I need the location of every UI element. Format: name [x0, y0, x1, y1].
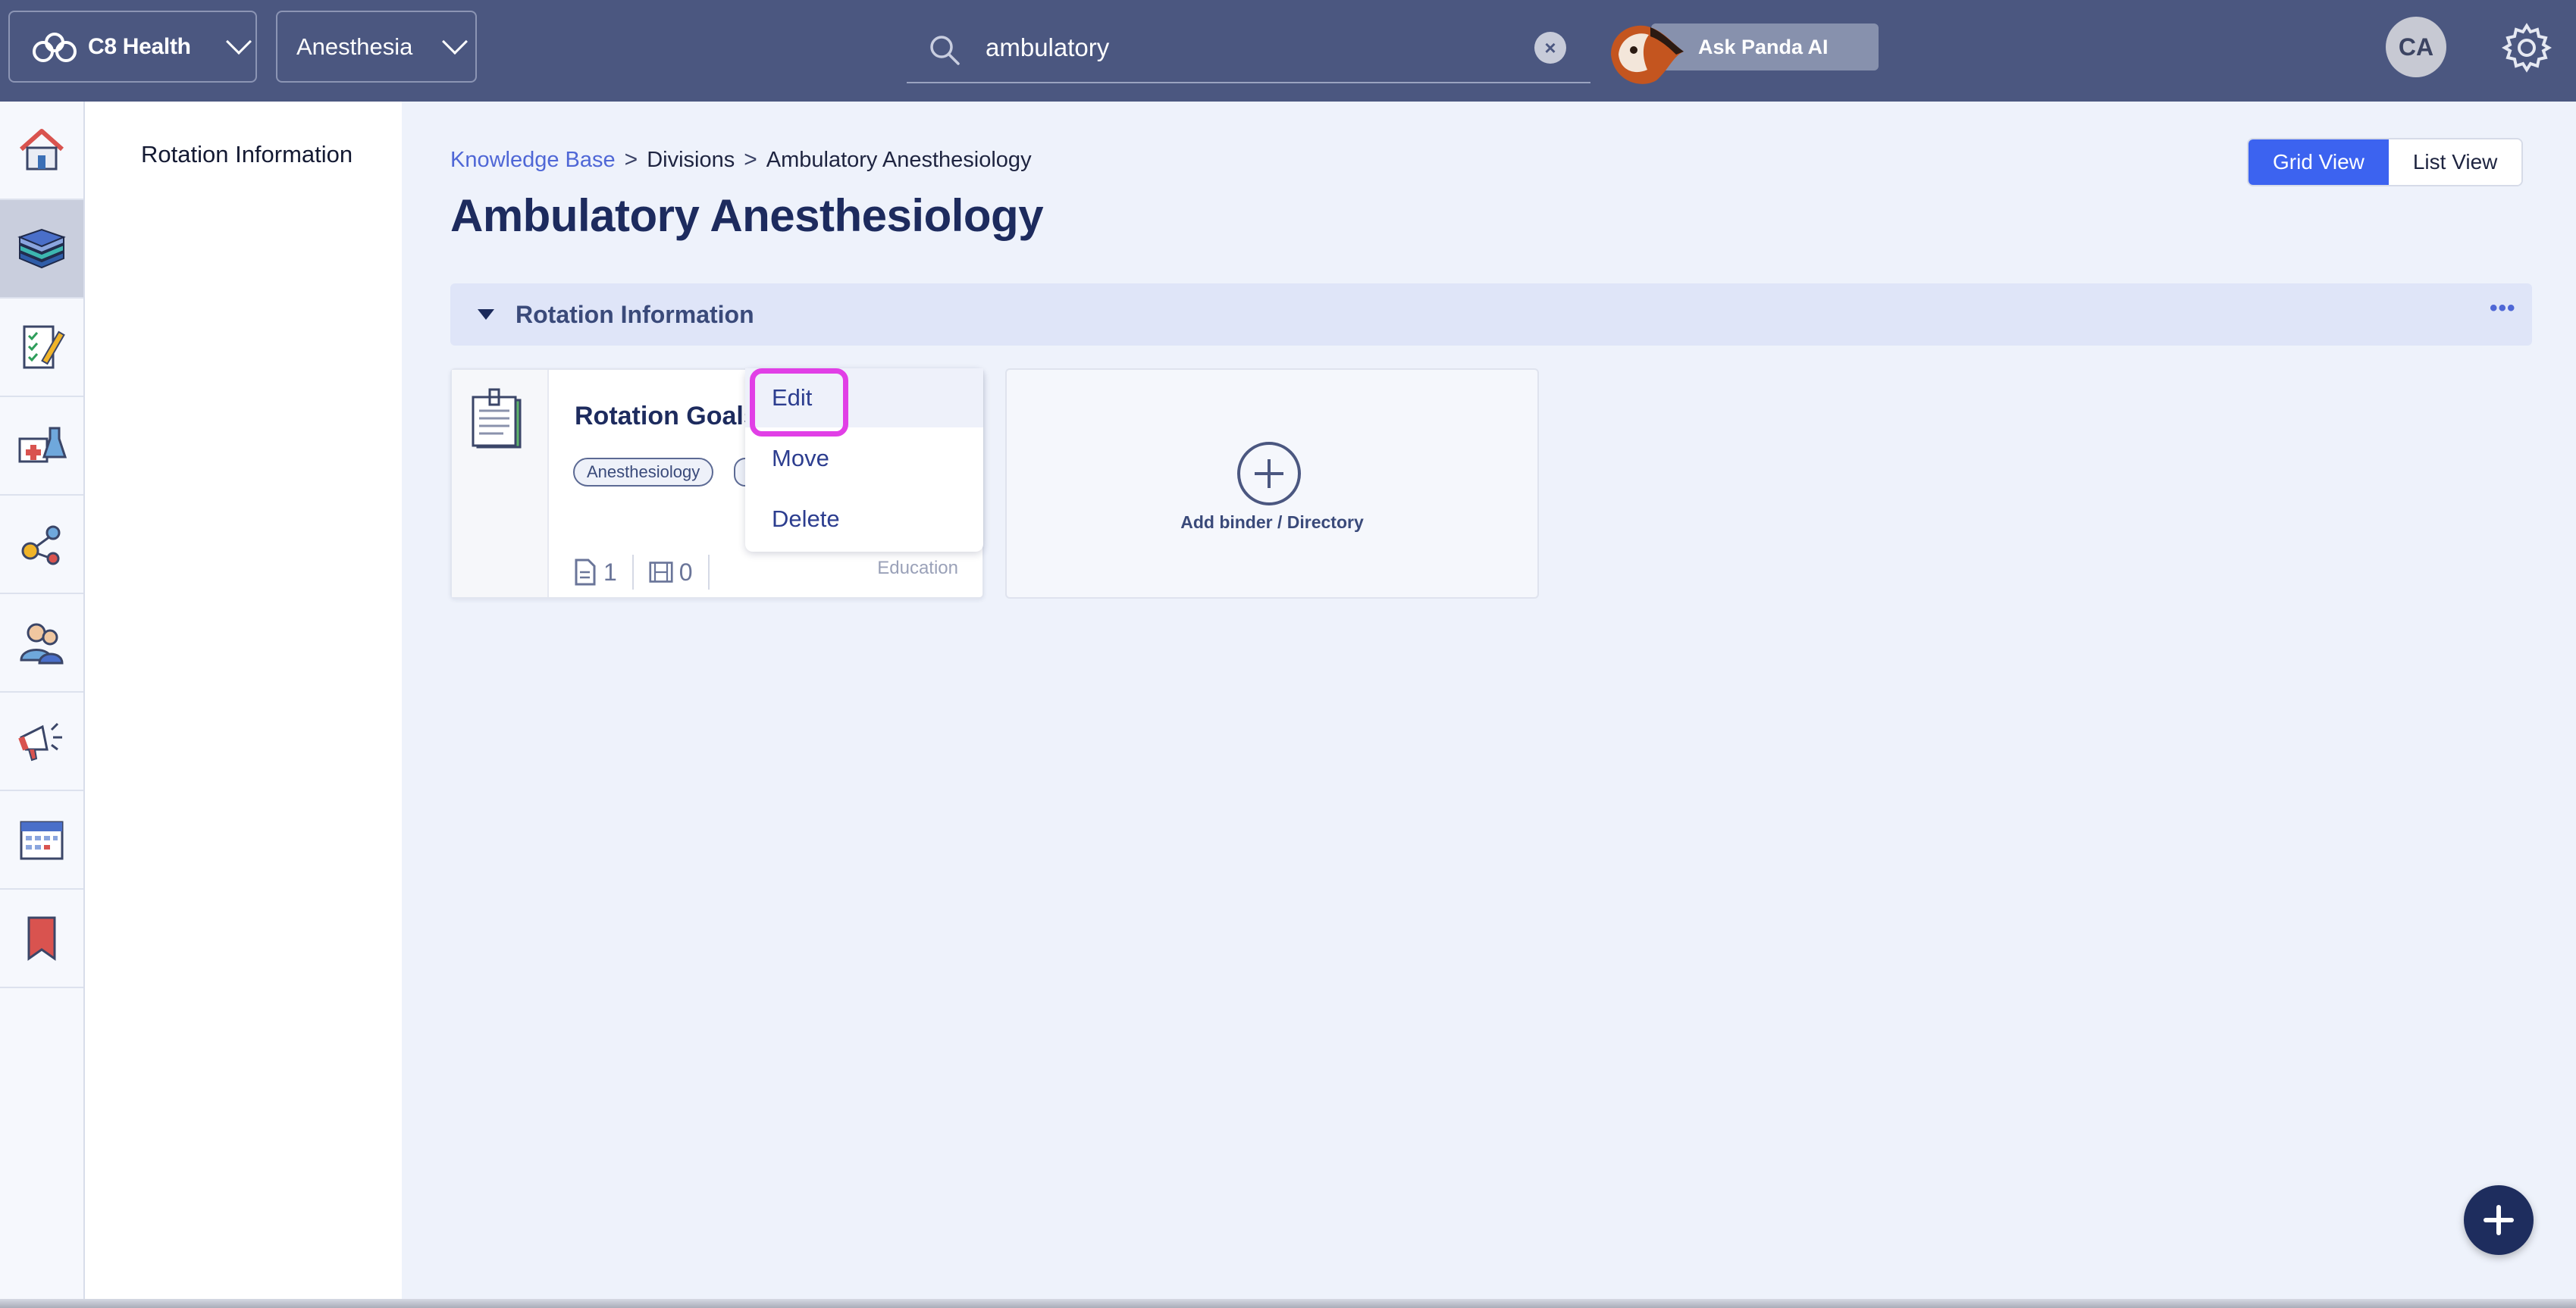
calendar-icon [20, 821, 64, 860]
breadcrumb: Knowledge Base > Divisions > Ambulatory … [450, 147, 1032, 173]
search-bar: × [907, 14, 1590, 83]
department-selector[interactable]: Anesthesia [276, 11, 477, 83]
bookmark-icon [27, 916, 56, 961]
document-count: 1 [573, 555, 634, 590]
red-panda-icon [1611, 25, 1684, 84]
rail-item-bookmarks[interactable] [0, 890, 83, 988]
icon-rail [0, 102, 85, 1308]
breadcrumb-current: Ambulatory Anesthesiology [766, 147, 1032, 172]
section-header-rotation-information[interactable]: Rotation Information ••• [450, 283, 2532, 346]
gear-icon[interactable] [2500, 21, 2553, 74]
menu-item-delete[interactable]: Delete [745, 490, 983, 549]
binder-name[interactable]: Rotation Goals [575, 402, 758, 431]
card-meta: 1 0 [573, 555, 725, 590]
medical-kit-icon [18, 427, 67, 463]
rail-item-home[interactable] [0, 102, 83, 200]
video-count: 0 [649, 555, 710, 590]
secondary-sidebar: Rotation Information [85, 102, 402, 1308]
breadcrumb-separator: > [624, 147, 638, 172]
section-more-button[interactable]: ••• [2490, 296, 2516, 321]
checklist-icon [23, 325, 65, 369]
add-binder-label: Add binder / Directory [1180, 512, 1364, 532]
add-circle-icon[interactable] [1236, 441, 1302, 506]
c8-logo-icon [33, 33, 77, 62]
focus-highlight [750, 368, 848, 437]
home-icon [20, 129, 64, 171]
window-bottom-edge [0, 1299, 2576, 1308]
user-avatar[interactable]: CA [2386, 17, 2446, 77]
tag-anesthesiology[interactable]: Anesthesiology [573, 458, 714, 487]
add-binder-card[interactable]: Add binder / Directory [1005, 368, 1539, 599]
view-toggle: Grid View List View [2247, 138, 2524, 186]
rail-item-calendar[interactable] [0, 791, 83, 890]
people-icon [20, 623, 64, 665]
film-icon [649, 562, 673, 583]
rail-item-announcements[interactable] [0, 693, 83, 791]
rail-item-checklists[interactable] [0, 299, 83, 397]
document-count-value: 1 [603, 558, 617, 586]
grid-view-button[interactable]: Grid View [2249, 139, 2389, 185]
rail-item-people[interactable] [0, 594, 83, 693]
org-label: C8 Health [88, 34, 191, 59]
chevron-down-icon [442, 29, 468, 55]
rail-item-knowledge-base[interactable] [0, 200, 83, 299]
search-input[interactable] [986, 26, 1516, 70]
page-title: Ambulatory Anesthesiology [450, 190, 1044, 241]
binder-icon [472, 388, 522, 449]
section-title: Rotation Information [516, 301, 754, 328]
binder-category: Education [877, 558, 958, 578]
breadcrumb-separator: > [744, 147, 757, 172]
add-floating-button[interactable] [2464, 1185, 2534, 1255]
search-clear-button[interactable]: × [1534, 32, 1566, 64]
org-selector[interactable]: C8 Health [8, 11, 257, 83]
binder-context-menu: Edit Move Delete [745, 368, 983, 552]
list-view-button[interactable]: List View [2388, 139, 2522, 185]
search-icon [930, 36, 960, 65]
rail-item-medical[interactable] [0, 397, 83, 496]
top-bar: C8 Health Anesthesia × Ask Panda AI CA [0, 0, 2576, 102]
department-label: Anesthesia [296, 33, 413, 60]
subnav-item-rotation-information[interactable]: Rotation Information [141, 141, 353, 168]
books-icon [17, 228, 66, 269]
caret-down-icon[interactable] [478, 309, 494, 320]
breadcrumb-knowledge-base[interactable]: Knowledge Base [450, 148, 616, 173]
megaphone-icon [18, 722, 62, 762]
breadcrumb-divisions[interactable]: Divisions [647, 148, 735, 173]
document-icon [575, 559, 596, 586]
network-icon [21, 525, 61, 565]
rail-item-network[interactable] [0, 496, 83, 594]
menu-item-move[interactable]: Move [745, 429, 983, 488]
video-count-value: 0 [678, 558, 693, 586]
card-icon-panel [452, 370, 549, 597]
chevron-down-icon [226, 29, 252, 55]
